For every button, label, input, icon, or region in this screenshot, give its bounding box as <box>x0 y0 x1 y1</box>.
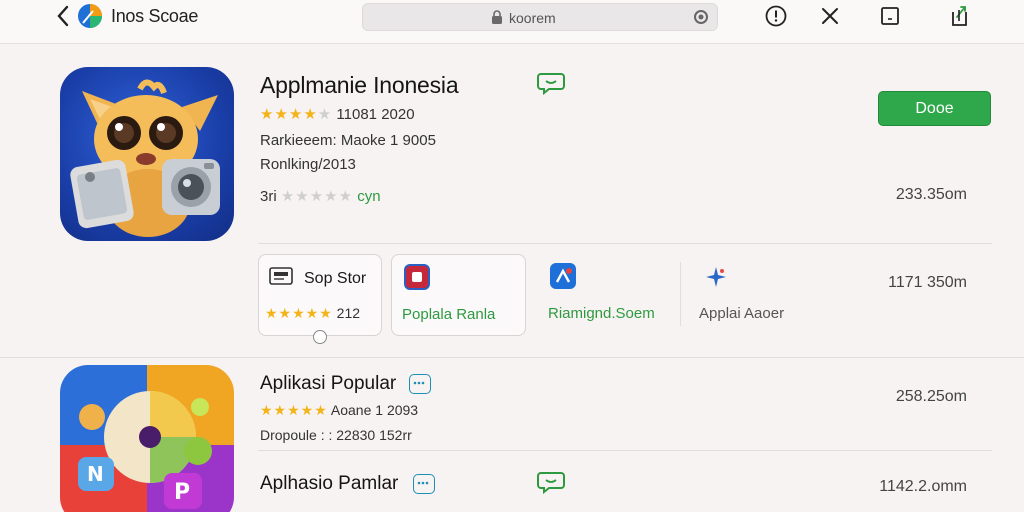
list-subtitle: Dropoule : : 22830 152rr <box>260 427 412 443</box>
top-bar: Inos Scoae koorem <box>0 0 1024 44</box>
related-card-3[interactable]: Riamignd.Soem <box>548 254 678 336</box>
rating-stars: ★★★★★ <box>265 305 333 321</box>
app-icon <box>404 264 430 290</box>
featured-meta-1: Rarkieeem: Maoke 1 9005 <box>260 132 436 149</box>
reload-icon[interactable] <box>693 9 709 25</box>
back-icon[interactable] <box>52 4 74 28</box>
badge-icon <box>413 474 435 494</box>
chat-icon[interactable] <box>537 470 565 495</box>
list-item-title[interactable]: Aplhasio Pamlar <box>260 473 398 495</box>
related-card-rating: ★★★★★ 212 <box>265 305 360 322</box>
divider <box>258 243 992 244</box>
meta-prefix: 3ri <box>260 188 277 205</box>
rating-stars: ★★★★★ <box>260 402 328 418</box>
badge-icon <box>409 374 431 394</box>
store-name: Inos Scoae <box>111 6 199 26</box>
info-icon[interactable] <box>764 4 788 28</box>
section-divider <box>0 357 1024 358</box>
grey-stars: ★★★★★ <box>280 188 354 205</box>
related-card-title: Riamignd.Soem <box>548 305 655 322</box>
sparkle-icon <box>703 264 729 290</box>
store-icon <box>269 267 293 287</box>
carousel-handle[interactable] <box>313 330 327 344</box>
featured-meta-3: 3ri ★★★★★ cyn <box>260 187 381 205</box>
svg-text:N: N <box>87 462 104 486</box>
related-size: 1171 350m <box>888 274 967 291</box>
featured-app-title[interactable]: Applmanie Inonesia <box>260 72 459 99</box>
list-rating-text: Aoane 1 2093 <box>330 402 419 418</box>
app-icon <box>550 263 576 289</box>
featured-rating-row: ★★★★★ 11081 2020 <box>260 105 415 123</box>
store-logo-icon <box>77 3 103 29</box>
done-button[interactable]: Dooe <box>878 91 991 126</box>
rating-count: 212 <box>336 305 361 321</box>
chat-icon[interactable] <box>537 71 565 96</box>
list-size: 258.25om <box>895 388 967 405</box>
related-card-title: Applai Aaoer <box>699 305 785 322</box>
share-icon[interactable] <box>948 4 972 28</box>
close-icon[interactable] <box>818 4 842 28</box>
vertical-divider <box>680 262 681 326</box>
rating-star-empty: ★ <box>317 106 333 123</box>
rating-stars: ★★★★ <box>260 106 318 123</box>
svg-text:P: P <box>174 480 190 505</box>
featured-meta-2: Ronlking/2013 <box>260 156 356 173</box>
divider <box>258 450 992 451</box>
related-card-4[interactable]: Applai Aaoer <box>699 254 819 336</box>
list-app-icon[interactable]: N P <box>60 365 234 512</box>
list-rating-row: ★★★★★ Aoane 1 2093 <box>260 402 418 419</box>
address-bar[interactable]: koorem <box>362 3 718 31</box>
featured-rating-text: 11081 2020 <box>336 106 415 123</box>
related-card-2[interactable]: Poplala Ranla <box>391 254 526 336</box>
featured-app-icon[interactable] <box>60 67 234 241</box>
window-icon[interactable] <box>878 4 902 28</box>
featured-size: 233.35om <box>895 186 967 203</box>
list-size: 1142.2.omm <box>879 478 967 495</box>
related-card-title: Poplala Ranla <box>402 306 496 323</box>
related-card-1[interactable]: Sop Stor ★★★★★ 212 <box>258 254 382 344</box>
lock-icon <box>491 10 503 24</box>
meta-suffix: cyn <box>357 188 381 205</box>
url-text: koorem <box>509 10 556 26</box>
list-item-title[interactable]: Aplikasi Popular <box>260 373 396 395</box>
related-card-title: Sop Stor <box>304 270 367 287</box>
